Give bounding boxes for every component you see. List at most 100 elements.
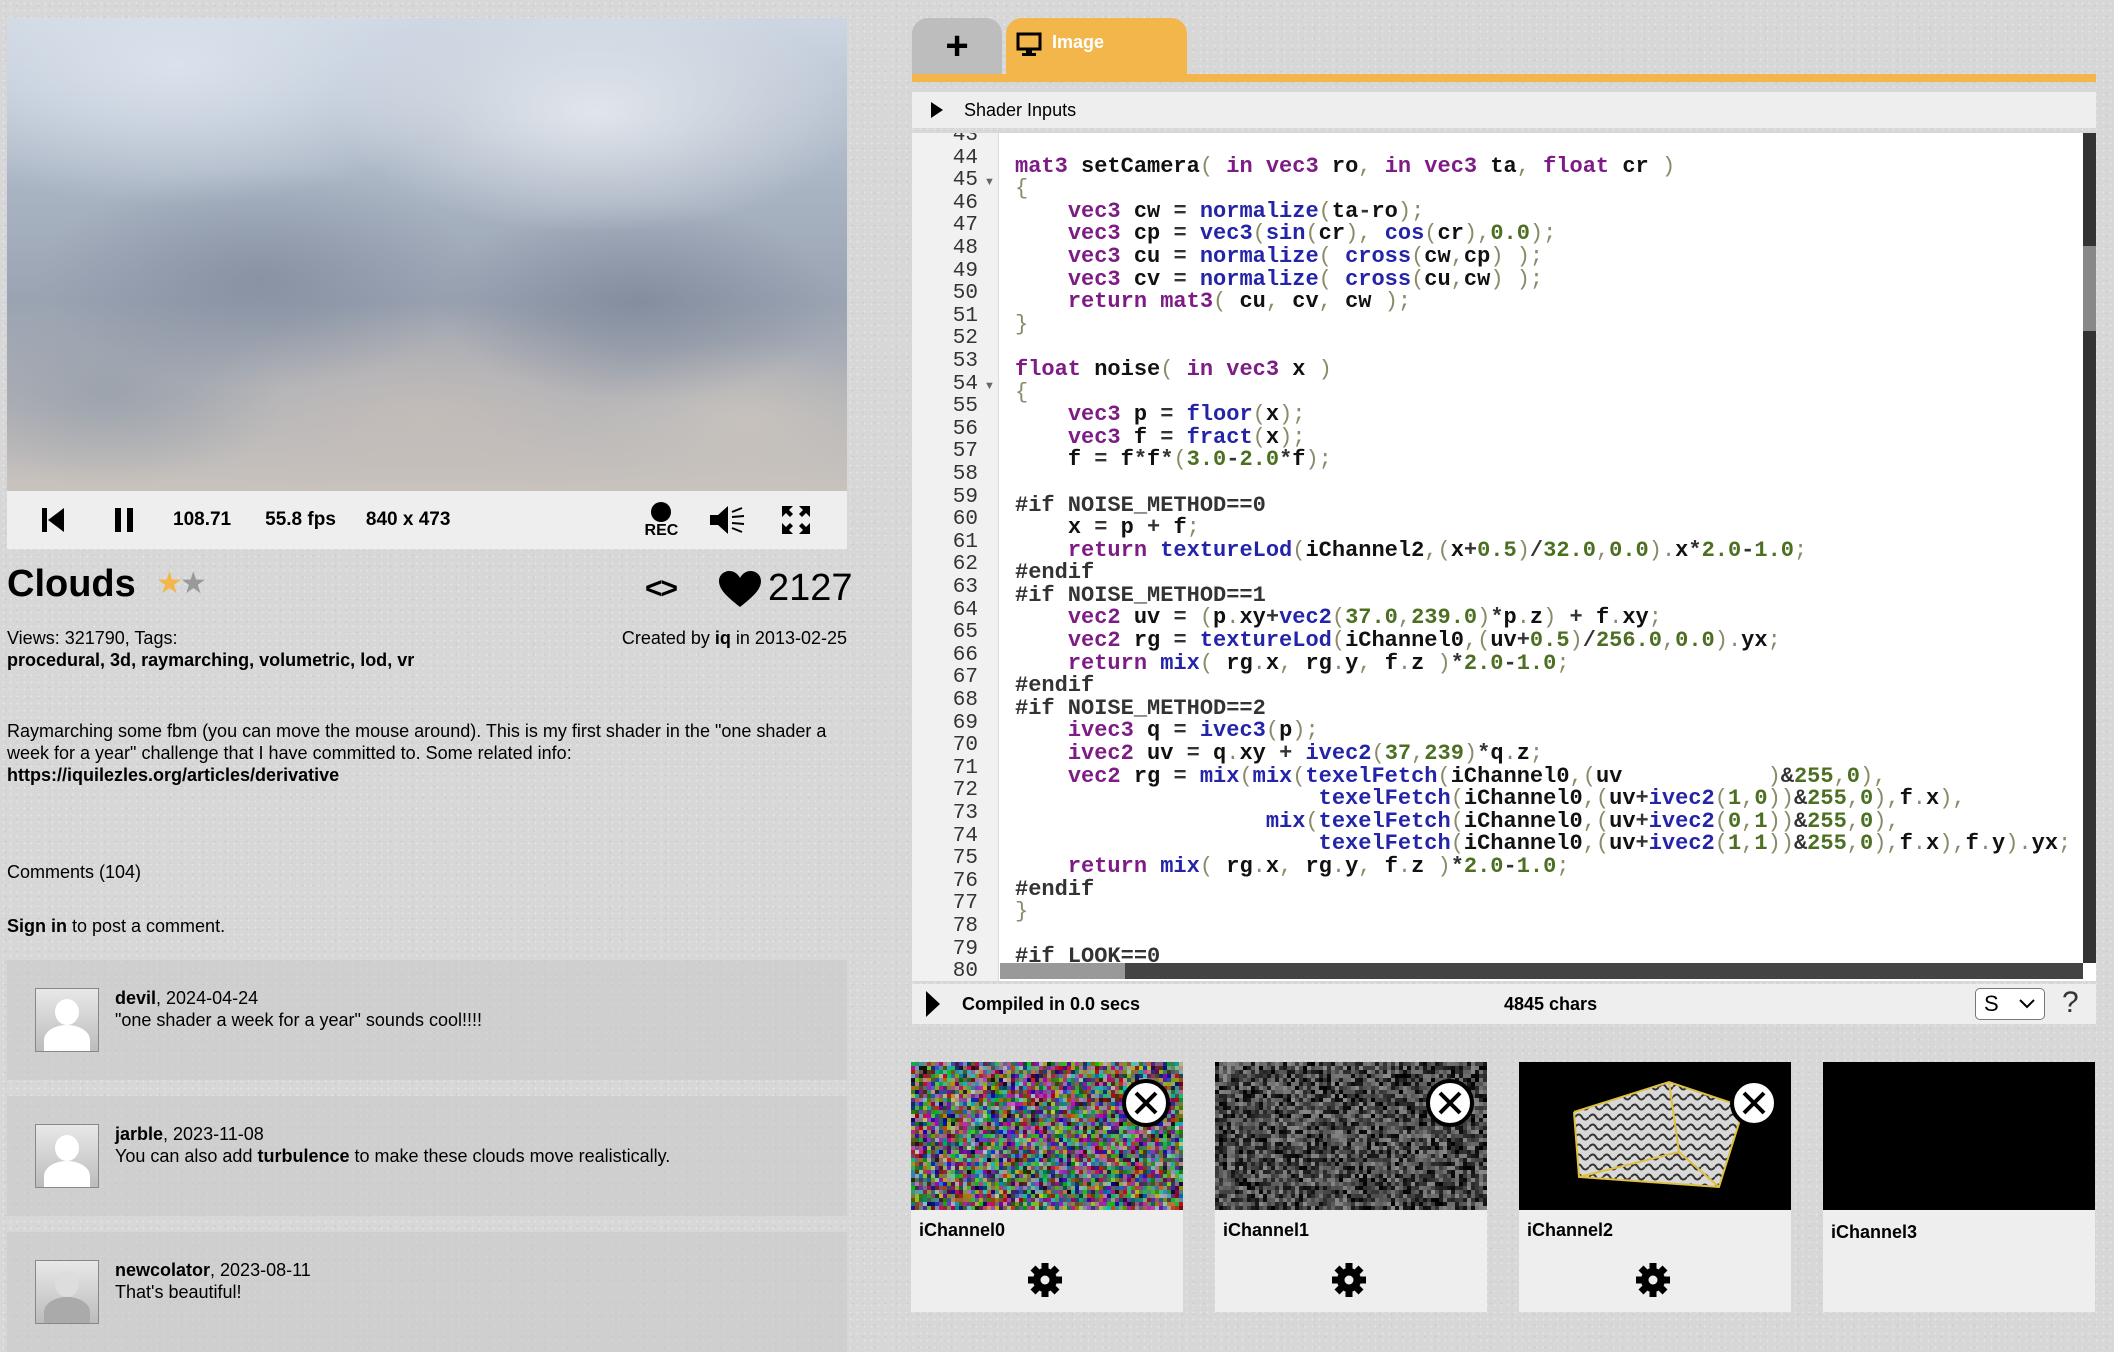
line-gutter: 434445▼464748495051525354▼55565758596061…: [912, 133, 999, 981]
fullscreen-icon[interactable]: [776, 505, 816, 535]
avatar[interactable]: [35, 1260, 99, 1324]
line-number: 56: [912, 419, 978, 442]
tag-link[interactable]: 3d: [110, 650, 131, 670]
comment-text-part: You can also add: [115, 1146, 257, 1166]
shader-inputs-toggle[interactable]: Shader Inputs: [912, 92, 2096, 128]
tag-link[interactable]: procedural: [7, 650, 100, 670]
line-number: 55: [912, 396, 978, 419]
sign-in-link[interactable]: Sign in: [7, 916, 67, 936]
line-number: 53: [912, 351, 978, 374]
fold-arrow-icon[interactable]: ▼: [984, 176, 995, 188]
tag-link[interactable]: lod: [360, 650, 387, 670]
channel-slot-3[interactable]: iChannel3: [1823, 1062, 2095, 1312]
tag-link[interactable]: raymarching: [141, 650, 249, 670]
avatar[interactable]: [35, 1124, 99, 1188]
tab-image[interactable]: Image: [1006, 18, 1187, 74]
chevron-down-icon: [2018, 998, 2036, 1010]
created-date: in 2013-02-25: [731, 628, 847, 648]
line-number: 49: [912, 261, 978, 284]
comment-text-part: That's beautiful!: [115, 1282, 242, 1302]
volume-icon[interactable]: [702, 504, 752, 536]
tag-list: procedural, 3d, raymarching, volumetric,…: [7, 650, 414, 671]
comments-count: Comments (104): [7, 862, 141, 883]
line-number: 44: [912, 148, 978, 171]
author-link[interactable]: iq: [715, 628, 731, 648]
channel-slot-1[interactable]: iChannel1: [1215, 1062, 1487, 1312]
shader-title: Clouds: [7, 563, 136, 606]
monitor-icon: [1016, 32, 1042, 56]
comment-date: , 2024-04-24: [156, 988, 258, 1008]
channel-preview-3[interactable]: [1823, 1062, 2095, 1210]
line-number: 48: [912, 238, 978, 261]
close-icon[interactable]: [1121, 1078, 1171, 1128]
time-readout: 108.71: [173, 509, 231, 531]
char-count: 4845 chars: [1504, 994, 1597, 1015]
code-editor[interactable]: 434445▼464748495051525354▼55565758596061…: [912, 133, 2096, 981]
rec-label: REC: [645, 523, 679, 539]
channel-slot-0[interactable]: iChannel0: [911, 1062, 1183, 1312]
line-number: 45: [912, 170, 978, 193]
add-tab-button[interactable]: +: [912, 18, 1002, 74]
shader-inputs-label: Shader Inputs: [964, 100, 1076, 121]
description-text: Raymarching some fbm (you can move the m…: [7, 721, 826, 763]
help-button[interactable]: ?: [2062, 986, 2079, 1020]
horizontal-scrollbar[interactable]: [1000, 963, 2083, 979]
fold-arrow-icon[interactable]: ▼: [984, 380, 995, 392]
line-number: 76: [912, 871, 978, 894]
line-number: 61: [912, 532, 978, 555]
record-button[interactable]: REC: [636, 501, 686, 539]
channel-label: iChannel3: [1831, 1222, 1917, 1243]
comment-user[interactable]: jarble: [115, 1124, 163, 1144]
shader-viewport[interactable]: [7, 18, 847, 491]
gear-icon[interactable]: [1633, 1260, 1673, 1300]
tab-strip: [912, 74, 2096, 82]
play-triangle-icon[interactable]: [924, 989, 942, 1019]
close-icon[interactable]: [1729, 1078, 1779, 1128]
comment-text: "one shader a week for a year" sounds co…: [115, 1010, 482, 1031]
line-number: 72: [912, 780, 978, 803]
avatar[interactable]: [35, 988, 99, 1052]
line-number: 79: [912, 939, 978, 962]
comment-text-part: to make these clouds move realistically.: [349, 1146, 670, 1166]
comment-date: , 2023-08-11: [210, 1260, 311, 1280]
line-number: 80: [912, 961, 978, 981]
line-number: 71: [912, 758, 978, 781]
skip-back-icon[interactable]: [23, 506, 83, 534]
close-icon[interactable]: [1425, 1078, 1475, 1128]
line-number: 57: [912, 441, 978, 464]
comment-user[interactable]: devil: [115, 988, 156, 1008]
line-number: 66: [912, 645, 978, 668]
likes-count: 2127: [768, 567, 853, 610]
star-icon[interactable]: ★: [156, 567, 180, 600]
gear-icon[interactable]: [1025, 1260, 1065, 1300]
horizontal-scroll-thumb[interactable]: [1000, 963, 1125, 979]
line-number: 64: [912, 600, 978, 623]
description-link[interactable]: https://iquilezles.org/articles/derivati…: [7, 764, 847, 786]
channel-label: iChannel2: [1527, 1220, 1613, 1241]
comment-user[interactable]: newcolator: [115, 1260, 210, 1280]
comment-text-bold: turbulence: [257, 1146, 349, 1166]
triangle-right-icon: [930, 101, 944, 119]
comment-item: jarble, 2023-11-08 You can also add turb…: [7, 1096, 847, 1216]
line-number: 78: [912, 916, 978, 939]
rating-stars[interactable]: ★★: [156, 566, 204, 601]
pause-icon[interactable]: [89, 507, 159, 533]
channel-slot-2[interactable]: iChannel2: [1519, 1062, 1791, 1312]
vertical-scroll-thumb[interactable]: [2083, 246, 2096, 331]
line-number: 47: [912, 215, 978, 238]
font-size-select[interactable]: S: [1975, 988, 2045, 1020]
tag-link[interactable]: volumetric: [259, 650, 350, 670]
heart-icon[interactable]: [718, 570, 762, 608]
line-number: 70: [912, 735, 978, 758]
comment-text-part: "one shader a week for a year" sounds co…: [115, 1010, 482, 1030]
line-number: 46: [912, 193, 978, 216]
comment-meta: jarble, 2023-11-08: [115, 1124, 264, 1145]
tag-link[interactable]: vr: [397, 650, 414, 670]
code-icon[interactable]: <>: [645, 572, 676, 606]
line-number: 68: [912, 690, 978, 713]
code-content[interactable]: mat3 setCamera( in vec3 ro, in vec3 ta, …: [1015, 133, 2071, 969]
channel-label: iChannel1: [1223, 1220, 1309, 1241]
star-icon[interactable]: ★: [180, 567, 204, 600]
channel-label: iChannel0: [919, 1220, 1005, 1241]
gear-icon[interactable]: [1329, 1260, 1369, 1300]
